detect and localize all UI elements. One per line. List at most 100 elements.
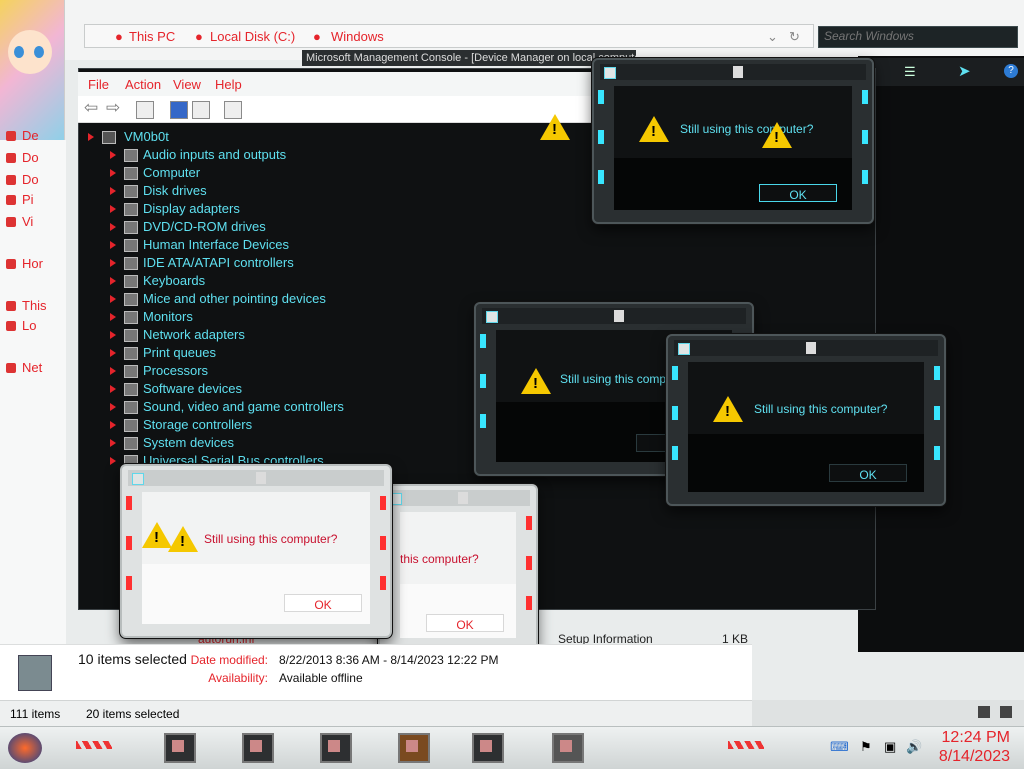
nav-item[interactable]: This [22, 298, 47, 313]
selected-count: 20 items selected [86, 707, 180, 721]
breadcrumb-this-pc[interactable]: This PC [129, 29, 175, 44]
properties-icon[interactable] [192, 101, 210, 119]
network-icon[interactable]: ▣ [884, 739, 896, 755]
expand-icon[interactable] [110, 151, 116, 159]
nav-item[interactable]: Do [22, 150, 39, 165]
volume-icon[interactable]: 🔊 [906, 739, 922, 755]
nav-item-icon [6, 301, 16, 311]
expand-icon[interactable] [110, 367, 116, 375]
nav-item[interactable]: Pi [22, 192, 34, 207]
expand-icon[interactable] [110, 457, 116, 465]
back-icon[interactable]: ⇦ [84, 98, 98, 118]
expand-icon[interactable] [110, 349, 116, 357]
clock-time: 12:24 PM [941, 729, 1010, 746]
expand-icon[interactable] [110, 223, 116, 231]
nav-item-icon [6, 131, 16, 141]
nav-item-icon [6, 153, 16, 163]
expand-icon[interactable] [110, 205, 116, 213]
ok-button[interactable]: OK [426, 614, 504, 632]
menu-file[interactable]: File [88, 77, 109, 92]
expand-icon[interactable] [110, 439, 116, 447]
expand-icon[interactable] [110, 277, 116, 285]
taskbar-app[interactable] [242, 733, 274, 763]
device-category-label: DVD/CD-ROM drives [143, 219, 266, 234]
nav-item[interactable]: Vi [22, 214, 33, 229]
dialog-titlebar[interactable] [482, 308, 746, 324]
expand-icon[interactable] [110, 295, 116, 303]
expand-icon[interactable] [110, 385, 116, 393]
device-icon [124, 347, 138, 360]
nav-item[interactable]: Hor [22, 256, 43, 271]
view-toolbar: ☰ ➤ ? [860, 58, 1024, 86]
expand-icon[interactable] [110, 187, 116, 195]
details-view-icon[interactable] [978, 706, 990, 718]
ok-button[interactable]: OK [284, 594, 362, 612]
search-input[interactable] [819, 27, 1017, 45]
ok-button[interactable]: OK [829, 464, 907, 482]
device-category-label: Human Interface Devices [143, 237, 289, 252]
expand-icon[interactable] [110, 259, 116, 267]
nav-item-icon [6, 259, 16, 269]
expand-icon[interactable] [110, 313, 116, 321]
availability-value: Available offline [279, 671, 363, 685]
nav-item[interactable]: Do [22, 172, 39, 187]
nav-item[interactable]: De [22, 128, 39, 143]
menu-action[interactable]: Action [125, 77, 161, 92]
help-icon[interactable]: ? [1004, 64, 1018, 78]
expand-icon[interactable] [110, 403, 116, 411]
language-icon[interactable]: ⌨ [830, 739, 849, 755]
scan-hardware-icon[interactable] [224, 101, 242, 119]
breadcrumb-separator-icon: ● [115, 29, 123, 44]
nav-item[interactable]: Lo [22, 318, 36, 333]
taskbar-app[interactable] [320, 733, 352, 763]
collapse-icon[interactable] [88, 133, 94, 141]
device-icon [124, 185, 138, 198]
address-bar[interactable]: This PC Local Disk (C:) Windows ● ● ● ⌄ … [84, 24, 814, 48]
dialog-titlebar[interactable] [600, 64, 866, 80]
taskbar-app[interactable] [472, 733, 504, 763]
warning-icon [713, 396, 743, 422]
breadcrumb-windows[interactable]: Windows [331, 29, 384, 44]
navigate-icon[interactable]: ➤ [958, 62, 971, 80]
device-category-label: Keyboards [143, 273, 206, 288]
device-icon [124, 437, 138, 450]
device-icon [124, 167, 138, 180]
clock[interactable]: 12:24 PM 8/14/2023 [939, 728, 1010, 766]
dialog-titlebar[interactable] [386, 490, 530, 506]
device-icon [124, 203, 138, 216]
device-category-label: Network adapters [143, 327, 245, 342]
taskbar-app[interactable] [552, 733, 584, 763]
show-hide-console-icon[interactable] [136, 101, 154, 119]
avatar-eye [34, 46, 44, 58]
forward-icon[interactable]: ⇨ [106, 98, 120, 118]
ok-button[interactable]: OK [759, 184, 837, 202]
large-icons-view-icon[interactable] [1000, 706, 1012, 718]
inactivity-dialog: Still using this computer? OK [592, 58, 874, 224]
taskbar-app[interactable] [164, 733, 196, 763]
flag-icon[interactable]: ⚑ [860, 739, 872, 755]
expand-icon[interactable] [110, 331, 116, 339]
dialog-message: Still using this comp [560, 372, 667, 386]
expand-icon[interactable] [110, 421, 116, 429]
search-box[interactable] [818, 26, 1018, 48]
breadcrumb-separator-icon: ● [195, 29, 203, 44]
dialog-titlebar[interactable] [674, 340, 938, 356]
chevron-down-icon[interactable]: ⌄ [767, 29, 778, 45]
refresh-icon[interactable]: ↻ [789, 29, 800, 45]
expand-icon[interactable] [110, 241, 116, 249]
warning-icon [168, 526, 198, 552]
taskbar-app[interactable] [398, 733, 430, 763]
device-category-label: Sound, video and game controllers [143, 399, 344, 414]
expand-icon[interactable] [110, 169, 116, 177]
menu-help[interactable]: Help [215, 77, 242, 92]
help-icon[interactable] [170, 101, 188, 119]
avatar [0, 0, 65, 140]
menu-view[interactable]: View [173, 77, 201, 92]
start-button[interactable] [8, 733, 42, 763]
view-options-icon[interactable]: ☰ [904, 64, 916, 80]
dialog-message: Still using this computer? [754, 402, 888, 416]
device-category-label: Mice and other pointing devices [143, 291, 326, 306]
nav-item[interactable]: Net [22, 360, 42, 375]
breadcrumb-local-disk[interactable]: Local Disk (C:) [210, 29, 295, 44]
dialog-titlebar[interactable] [128, 470, 384, 486]
